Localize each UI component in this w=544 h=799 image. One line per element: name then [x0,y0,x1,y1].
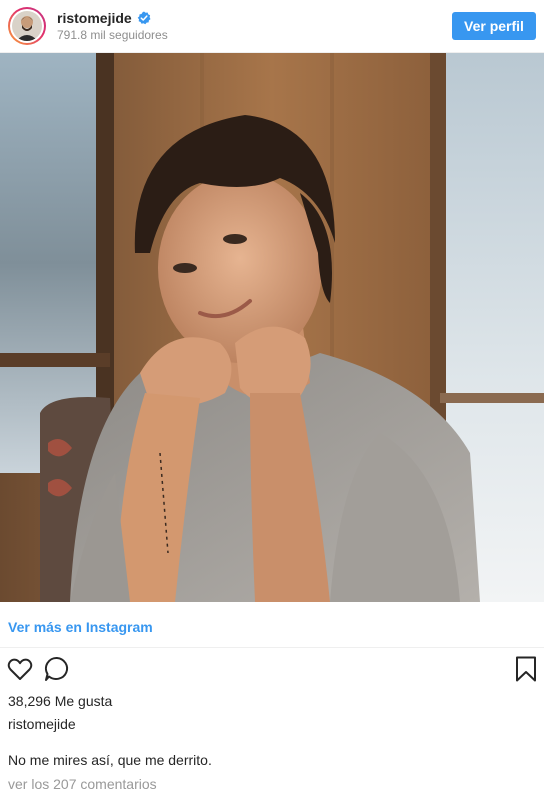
verified-badge-icon [137,11,151,25]
view-comments-link[interactable]: ver los 207 comentarios [8,776,157,792]
caption-username[interactable]: ristomejide [8,716,76,732]
view-profile-button[interactable]: Ver perfil [452,12,536,40]
post-header: ristomejide 791.8 mil seguidores Ver per… [0,0,544,53]
avatar-image [12,11,42,41]
user-block: ristomejide 791.8 mil seguidores [57,10,168,42]
action-bar [0,655,544,685]
avatar[interactable] [8,7,46,45]
follower-count: 791.8 mil seguidores [57,28,168,42]
bookmark-icon[interactable] [512,655,540,683]
comment-bubble-icon[interactable] [43,655,71,683]
like-count[interactable]: 38,296 Me gusta [8,693,112,709]
post-caption: No me mires así, que me derrito. [8,752,212,768]
view-more-on-instagram-link[interactable]: Ver más en Instagram [8,619,153,635]
post-photo[interactable] [0,53,544,602]
divider [0,647,544,648]
heart-icon[interactable] [6,655,34,683]
username[interactable]: ristomejide [57,10,132,26]
